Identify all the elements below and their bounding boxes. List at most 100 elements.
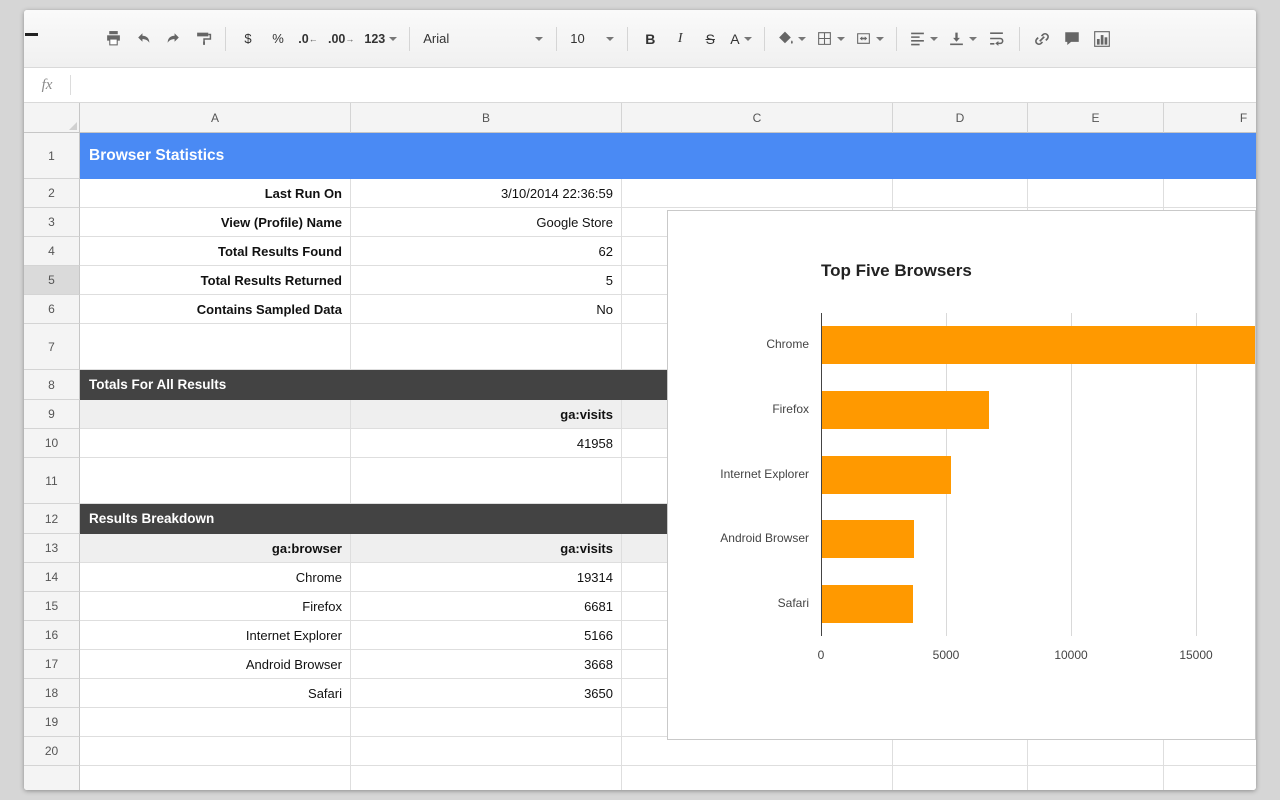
merge-cells-button[interactable] bbox=[850, 25, 889, 53]
cell-A11[interactable] bbox=[80, 458, 351, 504]
column-header-C[interactable]: C bbox=[622, 103, 893, 133]
row-header-7[interactable]: 7 bbox=[24, 324, 80, 370]
row-header-19[interactable]: 19 bbox=[24, 708, 80, 737]
cell-A1[interactable]: Browser Statistics bbox=[80, 133, 1256, 179]
vertical-align-button[interactable] bbox=[943, 25, 982, 53]
row-header-6[interactable]: 6 bbox=[24, 295, 80, 324]
number-format-button[interactable]: 123 bbox=[359, 25, 402, 53]
cell-A18[interactable]: Safari bbox=[80, 679, 351, 708]
embedded-chart[interactable]: Top Five Browsers 050001000015000ChromeF… bbox=[667, 210, 1256, 740]
row-header-12[interactable]: 12 bbox=[24, 504, 80, 534]
cell-B2[interactable]: 3/10/2014 22:36:59 bbox=[351, 179, 622, 208]
row-header-5[interactable]: 5 bbox=[24, 266, 80, 295]
cell-B16[interactable]: 5166 bbox=[351, 621, 622, 650]
row-header-3[interactable]: 3 bbox=[24, 208, 80, 237]
strikethrough-button[interactable]: S bbox=[695, 25, 725, 53]
cell-B14[interactable]: 19314 bbox=[351, 563, 622, 592]
cell-B11[interactable] bbox=[351, 458, 622, 504]
cell-B15[interactable]: 6681 bbox=[351, 592, 622, 621]
cell-F2[interactable] bbox=[1164, 179, 1256, 208]
cell-B10[interactable]: 41958 bbox=[351, 429, 622, 458]
insert-comment-button[interactable] bbox=[1057, 25, 1087, 53]
cell-F21[interactable] bbox=[1164, 766, 1256, 790]
row-header-17[interactable]: 17 bbox=[24, 650, 80, 679]
row-header-1[interactable]: 1 bbox=[24, 133, 80, 179]
insert-link-button[interactable] bbox=[1027, 25, 1057, 53]
row-header-13[interactable]: 13 bbox=[24, 534, 80, 563]
cell-E21[interactable] bbox=[1028, 766, 1164, 790]
cell-A5[interactable]: Total Results Returned bbox=[80, 266, 351, 295]
cell-B13[interactable]: ga:visits bbox=[351, 534, 622, 563]
cell-A3[interactable]: View (Profile) Name bbox=[80, 208, 351, 237]
row-header-10[interactable]: 10 bbox=[24, 429, 80, 458]
cell-C20[interactable] bbox=[622, 737, 893, 766]
insert-chart-button[interactable] bbox=[1087, 25, 1117, 53]
cell-D2[interactable] bbox=[893, 179, 1028, 208]
cell-B6[interactable]: No bbox=[351, 295, 622, 324]
font-size-select[interactable]: 10 bbox=[564, 25, 620, 53]
cell-A14[interactable]: Chrome bbox=[80, 563, 351, 592]
bold-button[interactable]: B bbox=[635, 25, 665, 53]
cell-B21[interactable] bbox=[351, 766, 622, 790]
print-button[interactable] bbox=[98, 25, 128, 53]
cell-A17[interactable]: Android Browser bbox=[80, 650, 351, 679]
select-all-corner[interactable] bbox=[24, 103, 80, 133]
cell-B4[interactable]: 62 bbox=[351, 237, 622, 266]
undo-button[interactable] bbox=[128, 25, 158, 53]
column-header-F[interactable]: F bbox=[1164, 103, 1256, 133]
cell-D21[interactable] bbox=[893, 766, 1028, 790]
cell-E2[interactable] bbox=[1028, 179, 1164, 208]
formula-input[interactable] bbox=[71, 68, 1256, 102]
column-header-E[interactable]: E bbox=[1028, 103, 1164, 133]
cell-C21[interactable] bbox=[622, 766, 893, 790]
cell-B18[interactable]: 3650 bbox=[351, 679, 622, 708]
cell-A16[interactable]: Internet Explorer bbox=[80, 621, 351, 650]
row-header-11[interactable]: 11 bbox=[24, 458, 80, 504]
row-header-8[interactable]: 8 bbox=[24, 370, 80, 400]
cell-A10[interactable] bbox=[80, 429, 351, 458]
row-header-2[interactable]: 2 bbox=[24, 179, 80, 208]
row-header-9[interactable]: 9 bbox=[24, 400, 80, 429]
font-family-select[interactable]: Arial bbox=[417, 25, 549, 53]
text-color-button[interactable]: A bbox=[725, 25, 756, 53]
cell-A13[interactable]: ga:browser bbox=[80, 534, 351, 563]
horizontal-align-button[interactable] bbox=[904, 25, 943, 53]
increase-decimal-button[interactable]: .00→ bbox=[323, 25, 359, 53]
borders-button[interactable] bbox=[811, 25, 850, 53]
cell-B9[interactable]: ga:visits bbox=[351, 400, 622, 429]
cell-A20[interactable] bbox=[80, 737, 351, 766]
cell-A4[interactable]: Total Results Found bbox=[80, 237, 351, 266]
cell-A7[interactable] bbox=[80, 324, 351, 370]
decrease-decimal-button[interactable]: .0← bbox=[293, 25, 323, 53]
fill-color-button[interactable] bbox=[772, 25, 811, 53]
cell-E20[interactable] bbox=[1028, 737, 1164, 766]
redo-button[interactable] bbox=[158, 25, 188, 53]
cell-B7[interactable] bbox=[351, 324, 622, 370]
row-header-14[interactable]: 14 bbox=[24, 563, 80, 592]
text-wrap-button[interactable] bbox=[982, 25, 1012, 53]
cell-B5[interactable]: 5 bbox=[351, 266, 622, 295]
paint-format-button[interactable] bbox=[188, 25, 218, 53]
column-header-D[interactable]: D bbox=[893, 103, 1028, 133]
column-header-B[interactable]: B bbox=[351, 103, 622, 133]
cell-B3[interactable]: Google Store bbox=[351, 208, 622, 237]
cell-A9[interactable] bbox=[80, 400, 351, 429]
cell-A19[interactable] bbox=[80, 708, 351, 737]
cell-C2[interactable] bbox=[622, 179, 893, 208]
row-header-20[interactable]: 20 bbox=[24, 737, 80, 766]
cell-B19[interactable] bbox=[351, 708, 622, 737]
row-header-18[interactable]: 18 bbox=[24, 679, 80, 708]
cell-B17[interactable]: 3668 bbox=[351, 650, 622, 679]
cell-F20[interactable] bbox=[1164, 737, 1256, 766]
cell-D20[interactable] bbox=[893, 737, 1028, 766]
cell-A21[interactable] bbox=[80, 766, 351, 790]
cell-A2[interactable]: Last Run On bbox=[80, 179, 351, 208]
format-percent-button[interactable]: % bbox=[263, 25, 293, 53]
column-header-A[interactable]: A bbox=[80, 103, 351, 133]
cell-A15[interactable]: Firefox bbox=[80, 592, 351, 621]
cell-A6[interactable]: Contains Sampled Data bbox=[80, 295, 351, 324]
row-header-21[interactable] bbox=[24, 766, 80, 790]
row-header-16[interactable]: 16 bbox=[24, 621, 80, 650]
row-header-4[interactable]: 4 bbox=[24, 237, 80, 266]
row-header-15[interactable]: 15 bbox=[24, 592, 80, 621]
